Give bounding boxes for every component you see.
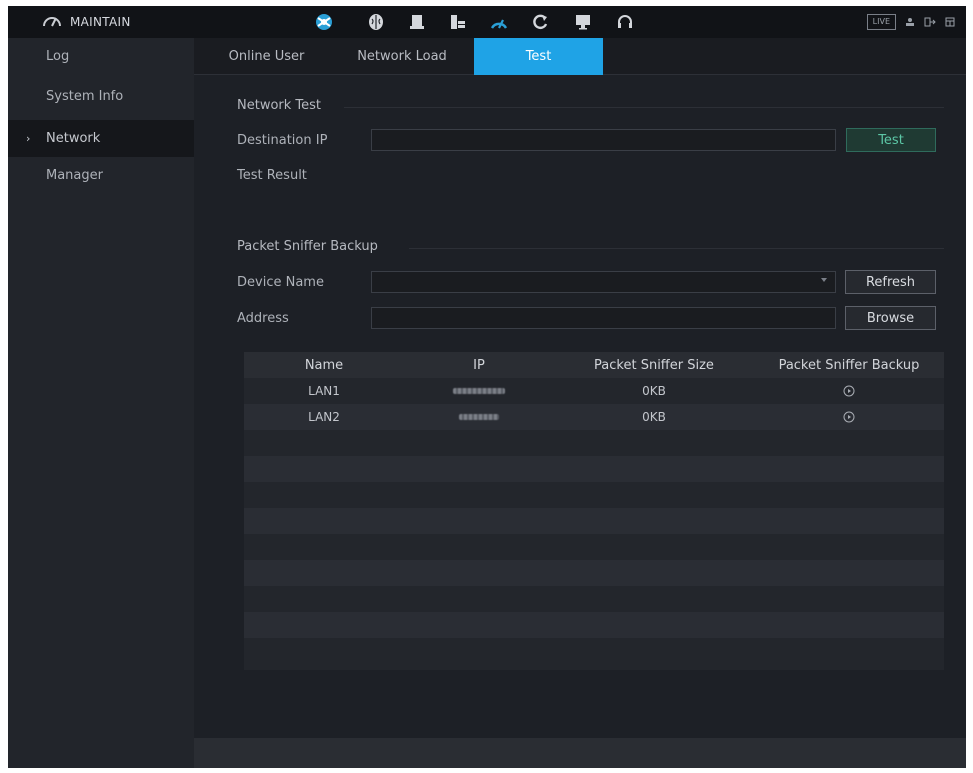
table-row-empty bbox=[244, 508, 944, 534]
address-label: Address bbox=[237, 311, 289, 326]
sidebar-item-label: Manager bbox=[46, 168, 103, 183]
column-header-name[interactable]: Name bbox=[244, 352, 404, 378]
play-icon[interactable] bbox=[754, 378, 944, 404]
redacted-ip bbox=[459, 414, 499, 420]
cell-ip bbox=[404, 404, 554, 430]
test-result-label: Test Result bbox=[237, 168, 307, 183]
cell-ip bbox=[404, 378, 554, 404]
record-icon[interactable] bbox=[404, 10, 430, 34]
network-test-title: Network Test bbox=[237, 98, 322, 113]
column-header-backup[interactable]: Packet Sniffer Backup bbox=[754, 352, 944, 378]
brand: MAINTAIN bbox=[42, 6, 131, 38]
tab-bar: Online User Network Load Test bbox=[194, 38, 966, 75]
table-row-empty bbox=[244, 456, 944, 482]
sidebar-item-label: System Info bbox=[46, 89, 124, 104]
tab-test[interactable]: Test bbox=[474, 38, 603, 75]
storage-icon[interactable] bbox=[445, 10, 471, 34]
table-header: Name IP Packet Sniffer Size Packet Sniff… bbox=[244, 352, 944, 378]
refresh-icon[interactable] bbox=[527, 10, 553, 34]
packet-sniffer-table: Name IP Packet Sniffer Size Packet Sniff… bbox=[244, 352, 944, 670]
top-bar: MAINTAIN LIVE bbox=[8, 6, 966, 38]
cell-size: 0KB bbox=[642, 384, 666, 398]
sidebar-item-manager[interactable]: Manager bbox=[8, 157, 194, 194]
maintain-icon[interactable] bbox=[486, 10, 512, 34]
section-divider bbox=[409, 248, 944, 249]
table-row-empty bbox=[244, 612, 944, 638]
destination-ip-input[interactable] bbox=[371, 129, 836, 151]
play-icon[interactable] bbox=[754, 404, 944, 430]
logout-icon[interactable] bbox=[924, 16, 936, 28]
layout-icon[interactable] bbox=[944, 16, 956, 28]
device-name-label: Device Name bbox=[237, 275, 324, 290]
redacted-ip bbox=[453, 388, 505, 394]
cell-size: 0KB bbox=[642, 410, 666, 424]
table-row-empty bbox=[244, 560, 944, 586]
app-title: MAINTAIN bbox=[70, 15, 131, 29]
live-button[interactable]: LIVE bbox=[866, 14, 896, 30]
brain-icon[interactable] bbox=[363, 10, 389, 34]
section-divider bbox=[344, 107, 944, 108]
sidebar-item-log[interactable]: Log bbox=[8, 38, 194, 75]
monitor-icon[interactable] bbox=[570, 10, 596, 34]
network-globe-icon[interactable] bbox=[311, 10, 337, 34]
chevron-down-icon bbox=[821, 278, 827, 282]
address-input[interactable] bbox=[371, 307, 836, 329]
tab-online-user[interactable]: Online User bbox=[194, 38, 339, 75]
packet-sniffer-title: Packet Sniffer Backup bbox=[237, 239, 378, 254]
main-content: Network Test Destination IP Test Test Re… bbox=[194, 76, 966, 738]
top-right-controls: LIVE bbox=[866, 6, 956, 38]
column-header-ip[interactable]: IP bbox=[404, 352, 554, 378]
table-row[interactable]: LAN1 0KB bbox=[244, 378, 944, 404]
maintain-gauge-icon bbox=[42, 12, 62, 32]
user-icon[interactable] bbox=[904, 16, 916, 28]
sidebar-item-system-info[interactable]: System Info bbox=[8, 78, 194, 115]
sidebar-item-network[interactable]: › Network bbox=[8, 120, 194, 157]
headset-icon[interactable] bbox=[612, 10, 638, 34]
table-row-empty bbox=[244, 638, 944, 664]
table-row-empty bbox=[244, 430, 944, 456]
column-header-size[interactable]: Packet Sniffer Size bbox=[554, 352, 754, 378]
sidebar-item-label: Network bbox=[46, 131, 101, 146]
refresh-button[interactable]: Refresh bbox=[845, 270, 936, 294]
table-row-empty bbox=[244, 586, 944, 612]
cell-name: LAN2 bbox=[308, 410, 340, 424]
destination-ip-label: Destination IP bbox=[237, 133, 328, 148]
chevron-right-icon: › bbox=[26, 132, 31, 145]
table-row-empty bbox=[244, 482, 944, 508]
sidebar: Log System Info › Network Manager bbox=[8, 38, 194, 768]
test-button[interactable]: Test bbox=[846, 128, 936, 152]
cell-name: LAN1 bbox=[308, 384, 340, 398]
device-name-dropdown[interactable] bbox=[371, 271, 836, 293]
sidebar-item-label: Log bbox=[46, 49, 70, 64]
maintain-window: MAINTAIN LIVE Log System Info › Network … bbox=[8, 6, 966, 768]
browse-button[interactable]: Browse bbox=[845, 306, 936, 330]
table-row-empty bbox=[244, 534, 944, 560]
bottom-bar bbox=[194, 738, 966, 768]
tab-network-load[interactable]: Network Load bbox=[339, 38, 465, 75]
table-row[interactable]: LAN2 0KB bbox=[244, 404, 944, 430]
